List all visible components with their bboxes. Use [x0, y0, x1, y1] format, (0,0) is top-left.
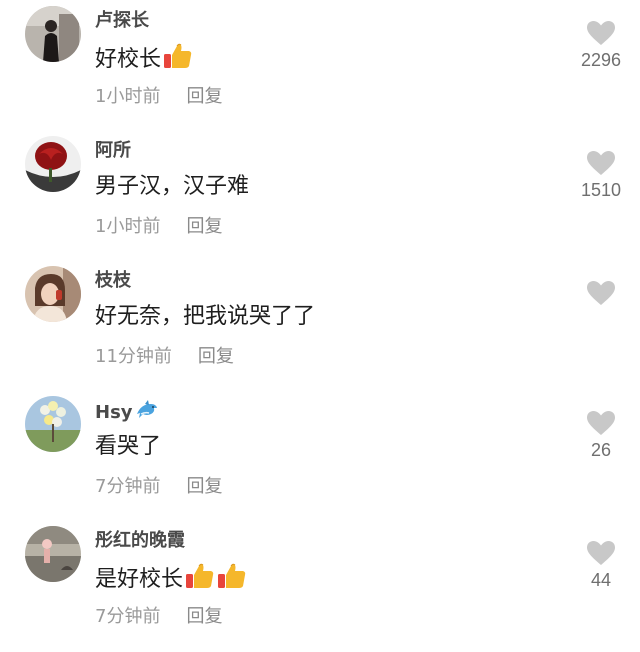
reply-button[interactable]: 回复	[186, 476, 222, 497]
like-count: 44	[590, 570, 612, 590]
avatar[interactable]	[25, 396, 81, 452]
comment-item: Hsy 看哭了 7分钟前 回复 26	[0, 392, 640, 522]
comment-text: 好无奈，把我说哭了了	[95, 302, 315, 332]
heart-icon[interactable]	[586, 20, 616, 46]
heart-icon[interactable]	[586, 540, 616, 566]
thumbs-up-emoji-icon	[185, 562, 215, 599]
heart-icon[interactable]	[586, 280, 616, 306]
comment-item: 阿所 男子汉，汉子难 1小时前 回复 1510	[0, 132, 640, 262]
comment-text: 好校长	[95, 42, 193, 79]
avatar-image	[25, 266, 81, 322]
username-text: Hsy	[95, 402, 133, 423]
comment-text-content: 好无奈，把我说哭了了	[95, 304, 316, 329]
comment-time: 1小时前	[95, 216, 161, 237]
thumbs-up-emoji-icon	[163, 42, 193, 79]
avatar-image	[25, 526, 81, 582]
comment-text: 看哭了	[95, 432, 161, 462]
comment-meta: 1小时前 回复	[95, 216, 222, 238]
like-control[interactable]: 2296	[576, 20, 626, 71]
avatar[interactable]	[25, 6, 81, 62]
comment-time: 7分钟前	[95, 606, 161, 627]
avatar[interactable]	[25, 136, 81, 192]
like-control[interactable]	[576, 280, 626, 310]
heart-icon[interactable]	[586, 150, 616, 176]
comment-item: 枝枝 好无奈，把我说哭了了 11分钟前 回复	[0, 262, 640, 392]
comment-time: 11分钟前	[95, 346, 172, 367]
avatar-image	[25, 396, 81, 452]
comment-time: 7分钟前	[95, 476, 161, 497]
comment-meta: 7分钟前 回复	[95, 606, 222, 628]
like-count: 1510	[580, 180, 622, 200]
reply-button[interactable]: 回复	[186, 216, 222, 237]
comment-text-content: 男子汉，汉子难	[95, 174, 250, 199]
like-control[interactable]: 26	[576, 410, 626, 461]
comment-item: 彤红的晚霞 是好校长 7分钟前 回复 44	[0, 522, 640, 652]
username[interactable]: 彤红的晚霞	[95, 530, 185, 552]
username[interactable]: 阿所	[95, 140, 131, 162]
comment-meta: 11分钟前 回复	[95, 346, 234, 368]
username[interactable]: 卢探长	[95, 10, 149, 32]
avatar-image	[25, 136, 81, 192]
comment-text-content: 是好校长	[95, 567, 184, 592]
like-count: 2296	[580, 50, 622, 70]
username[interactable]: 枝枝	[95, 270, 131, 292]
avatar-image	[25, 6, 81, 62]
comment-item: 卢探长 好校长 1小时前 回复 2296	[0, 2, 640, 132]
like-control[interactable]: 44	[576, 540, 626, 591]
avatar[interactable]	[25, 526, 81, 582]
reply-button[interactable]: 回复	[186, 86, 222, 107]
like-count: 26	[590, 440, 612, 460]
thumbs-up-emoji-icon	[217, 562, 247, 599]
dolphin-emoji-icon	[135, 400, 159, 428]
comment-text-content: 看哭了	[95, 434, 162, 459]
comment-time: 1小时前	[95, 86, 161, 107]
comment-meta: 1小时前 回复	[95, 86, 222, 108]
avatar[interactable]	[25, 266, 81, 322]
reply-button[interactable]: 回复	[198, 346, 234, 367]
comment-text-content: 好校长	[95, 47, 162, 72]
comment-text: 是好校长	[95, 562, 247, 599]
like-control[interactable]: 1510	[576, 150, 626, 201]
comment-text: 男子汉，汉子难	[95, 172, 249, 202]
username[interactable]: Hsy	[95, 400, 159, 428]
heart-icon[interactable]	[586, 410, 616, 436]
reply-button[interactable]: 回复	[186, 606, 222, 627]
comment-meta: 7分钟前 回复	[95, 476, 222, 498]
